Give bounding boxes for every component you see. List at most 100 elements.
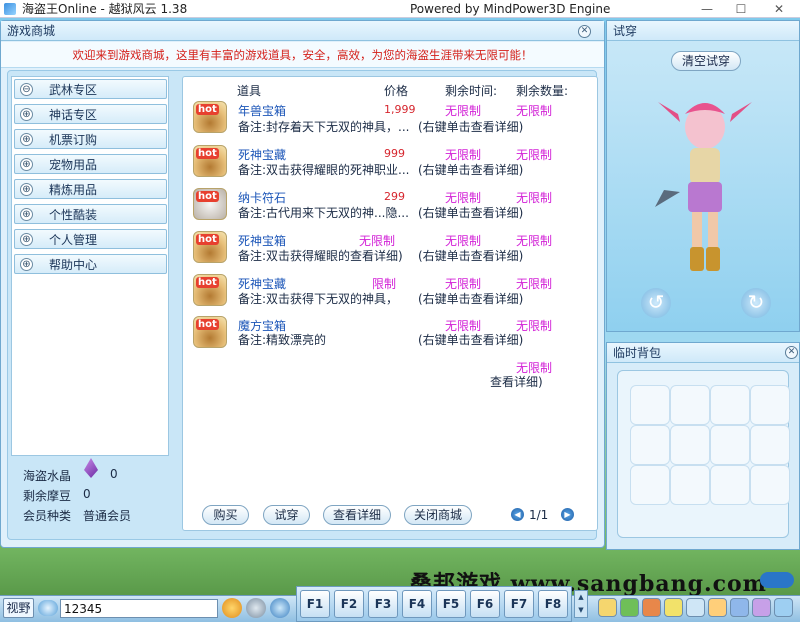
engine-caption: Powered by MindPower3D Engine [410, 2, 611, 16]
scroll-up-icon[interactable]: ▲ [575, 591, 587, 604]
hot-badge: hot [196, 277, 219, 288]
window-title: 海盗王Online - 越狱风云 1.38 [22, 2, 188, 16]
hot-badge: hot [196, 104, 219, 115]
chat-bubble-icon[interactable] [38, 600, 58, 616]
category-label: 精炼用品 [49, 183, 98, 197]
action-icon[interactable] [246, 598, 266, 618]
category-shenhua[interactable]: ⊕ 神话专区 [14, 104, 167, 124]
item-hint: (右键单击查看详细) [418, 206, 524, 220]
bag-slot[interactable] [630, 385, 670, 425]
bag-slot[interactable] [670, 465, 710, 505]
window-close-button[interactable]: ✕ [762, 0, 796, 18]
item-hint: (右键单击查看详细) [418, 163, 524, 177]
bag-slot[interactable] [750, 425, 790, 465]
chat-input[interactable] [60, 599, 218, 618]
rune-stone-icon: hot [193, 188, 227, 220]
bag-slot[interactable] [670, 425, 710, 465]
help-icon[interactable] [730, 598, 749, 617]
page-indicator: 1/1 [529, 508, 549, 522]
crystal-label: 海盗水晶 [23, 469, 72, 483]
treasure-chest-icon: hot [193, 101, 227, 133]
hotkey-f2[interactable]: F2 [334, 590, 364, 618]
view-button[interactable]: 视野 [3, 598, 34, 618]
treasure-chest-icon: hot [193, 231, 227, 263]
bag-close-icon[interactable]: ✕ [785, 346, 798, 359]
hotkey-f6[interactable]: F6 [470, 590, 500, 618]
column-price: 价格 [384, 84, 409, 98]
close-shop-button[interactable]: 关闭商城 [404, 505, 472, 525]
hotkey-f3[interactable]: F3 [368, 590, 398, 618]
category-personal[interactable]: ⊕ 个人管理 [14, 229, 167, 249]
expand-icon: ⊕ [20, 158, 33, 171]
collapse-icon: ⊖ [20, 83, 33, 96]
category-tickets[interactable]: ⊕ 机票订购 [14, 129, 167, 149]
chat-log-icon[interactable] [686, 598, 705, 617]
try-on-button[interactable]: 试穿 [263, 505, 310, 525]
maximize-button[interactable]: ☐ [724, 0, 758, 18]
category-label: 武林专区 [49, 83, 98, 97]
temp-bag-header: 临时背包 [607, 343, 799, 363]
item-note: 备注:双击获得下无双的神具， [238, 292, 399, 306]
category-pets[interactable]: ⊕ 宠物用品 [14, 154, 167, 174]
app-icon [4, 3, 16, 15]
category-label: 机票订购 [49, 133, 98, 147]
item-price: 299 [384, 190, 405, 203]
hotkey-f4[interactable]: F4 [402, 590, 432, 618]
column-time: 剩余时间: [445, 84, 498, 98]
hotkey-f8[interactable]: F8 [538, 590, 568, 618]
item-hint: (右键单击查看详细) [418, 333, 524, 347]
hot-badge: hot [196, 191, 219, 202]
bag-slot[interactable] [670, 385, 710, 425]
skills-icon[interactable] [620, 598, 639, 617]
emote-icon[interactable] [222, 598, 242, 618]
category-fashion[interactable]: ⊕ 个性酷装 [14, 204, 167, 224]
bean-label: 剩余摩豆 [23, 489, 72, 503]
next-page-icon[interactable]: ▶ [561, 508, 574, 521]
expand-icon: ⊕ [20, 183, 33, 196]
treasure-chest-icon: hot [193, 274, 227, 306]
bag-slot[interactable] [710, 425, 750, 465]
category-help[interactable]: ⊕ 帮助中心 [14, 254, 167, 274]
item-note: 备注:封存着天下无双的神具，... [238, 120, 410, 134]
treasure-chest-icon: hot [193, 316, 227, 348]
bag-slot[interactable] [630, 465, 670, 505]
rotate-left-icon[interactable]: ↺ [641, 288, 671, 318]
column-qty: 剩余数量: [516, 84, 569, 98]
item-price: 无限制 [359, 234, 396, 248]
forge-icon[interactable] [664, 598, 683, 617]
shop-close-icon[interactable]: ✕ [578, 25, 591, 38]
hot-badge: hot [196, 148, 219, 159]
expand-icon: ⊕ [20, 258, 33, 271]
buy-button[interactable]: 购买 [202, 505, 249, 525]
ship-icon[interactable] [270, 598, 290, 618]
clear-try-on-button[interactable]: 清空试穿 [671, 51, 741, 71]
category-refine[interactable]: ⊕ 精炼用品 [14, 179, 167, 199]
bag-slot[interactable] [630, 425, 670, 465]
category-wulin[interactable]: ⊖ 武林专区 [14, 79, 167, 99]
rotate-right-icon[interactable]: ↻ [741, 288, 771, 318]
bag-slot[interactable] [750, 385, 790, 425]
window-title-bar: 海盗王Online - 越狱风云 1.38 Powered by MindPow… [0, 0, 800, 18]
welcome-banner: 欢迎来到游戏商城，这里有丰富的游戏道具，安全，高效，为您的海盗生涯带来无限可能！ [1, 42, 604, 68]
hotkey-f7[interactable]: F7 [504, 590, 534, 618]
mail-icon[interactable] [708, 598, 727, 617]
bag-slot[interactable] [750, 465, 790, 505]
item-hint: (右键单击查看详细) [418, 292, 524, 306]
quest-icon[interactable] [642, 598, 661, 617]
item-note: 备注:双击获得耀眼的查看详细) [238, 249, 403, 263]
settings-icon[interactable] [752, 598, 771, 617]
scroll-down-icon[interactable]: ▼ [575, 604, 587, 617]
column-item: 道具 [237, 84, 262, 98]
hotkey-f5[interactable]: F5 [436, 590, 466, 618]
minimize-button[interactable]: — [690, 0, 724, 18]
hotkey-f1[interactable]: F1 [300, 590, 330, 618]
category-label: 个性酷装 [49, 208, 98, 222]
bag-slot[interactable] [710, 465, 750, 505]
character-icon[interactable] [598, 598, 617, 617]
view-details-button[interactable]: 查看详细 [323, 505, 391, 525]
bag-slot[interactable] [710, 385, 750, 425]
expand-icon: ⊕ [20, 108, 33, 121]
prev-page-icon[interactable]: ◀ [511, 508, 524, 521]
hotkey-scroller[interactable]: ▲ ▼ [574, 590, 588, 618]
map-icon[interactable] [774, 598, 793, 617]
